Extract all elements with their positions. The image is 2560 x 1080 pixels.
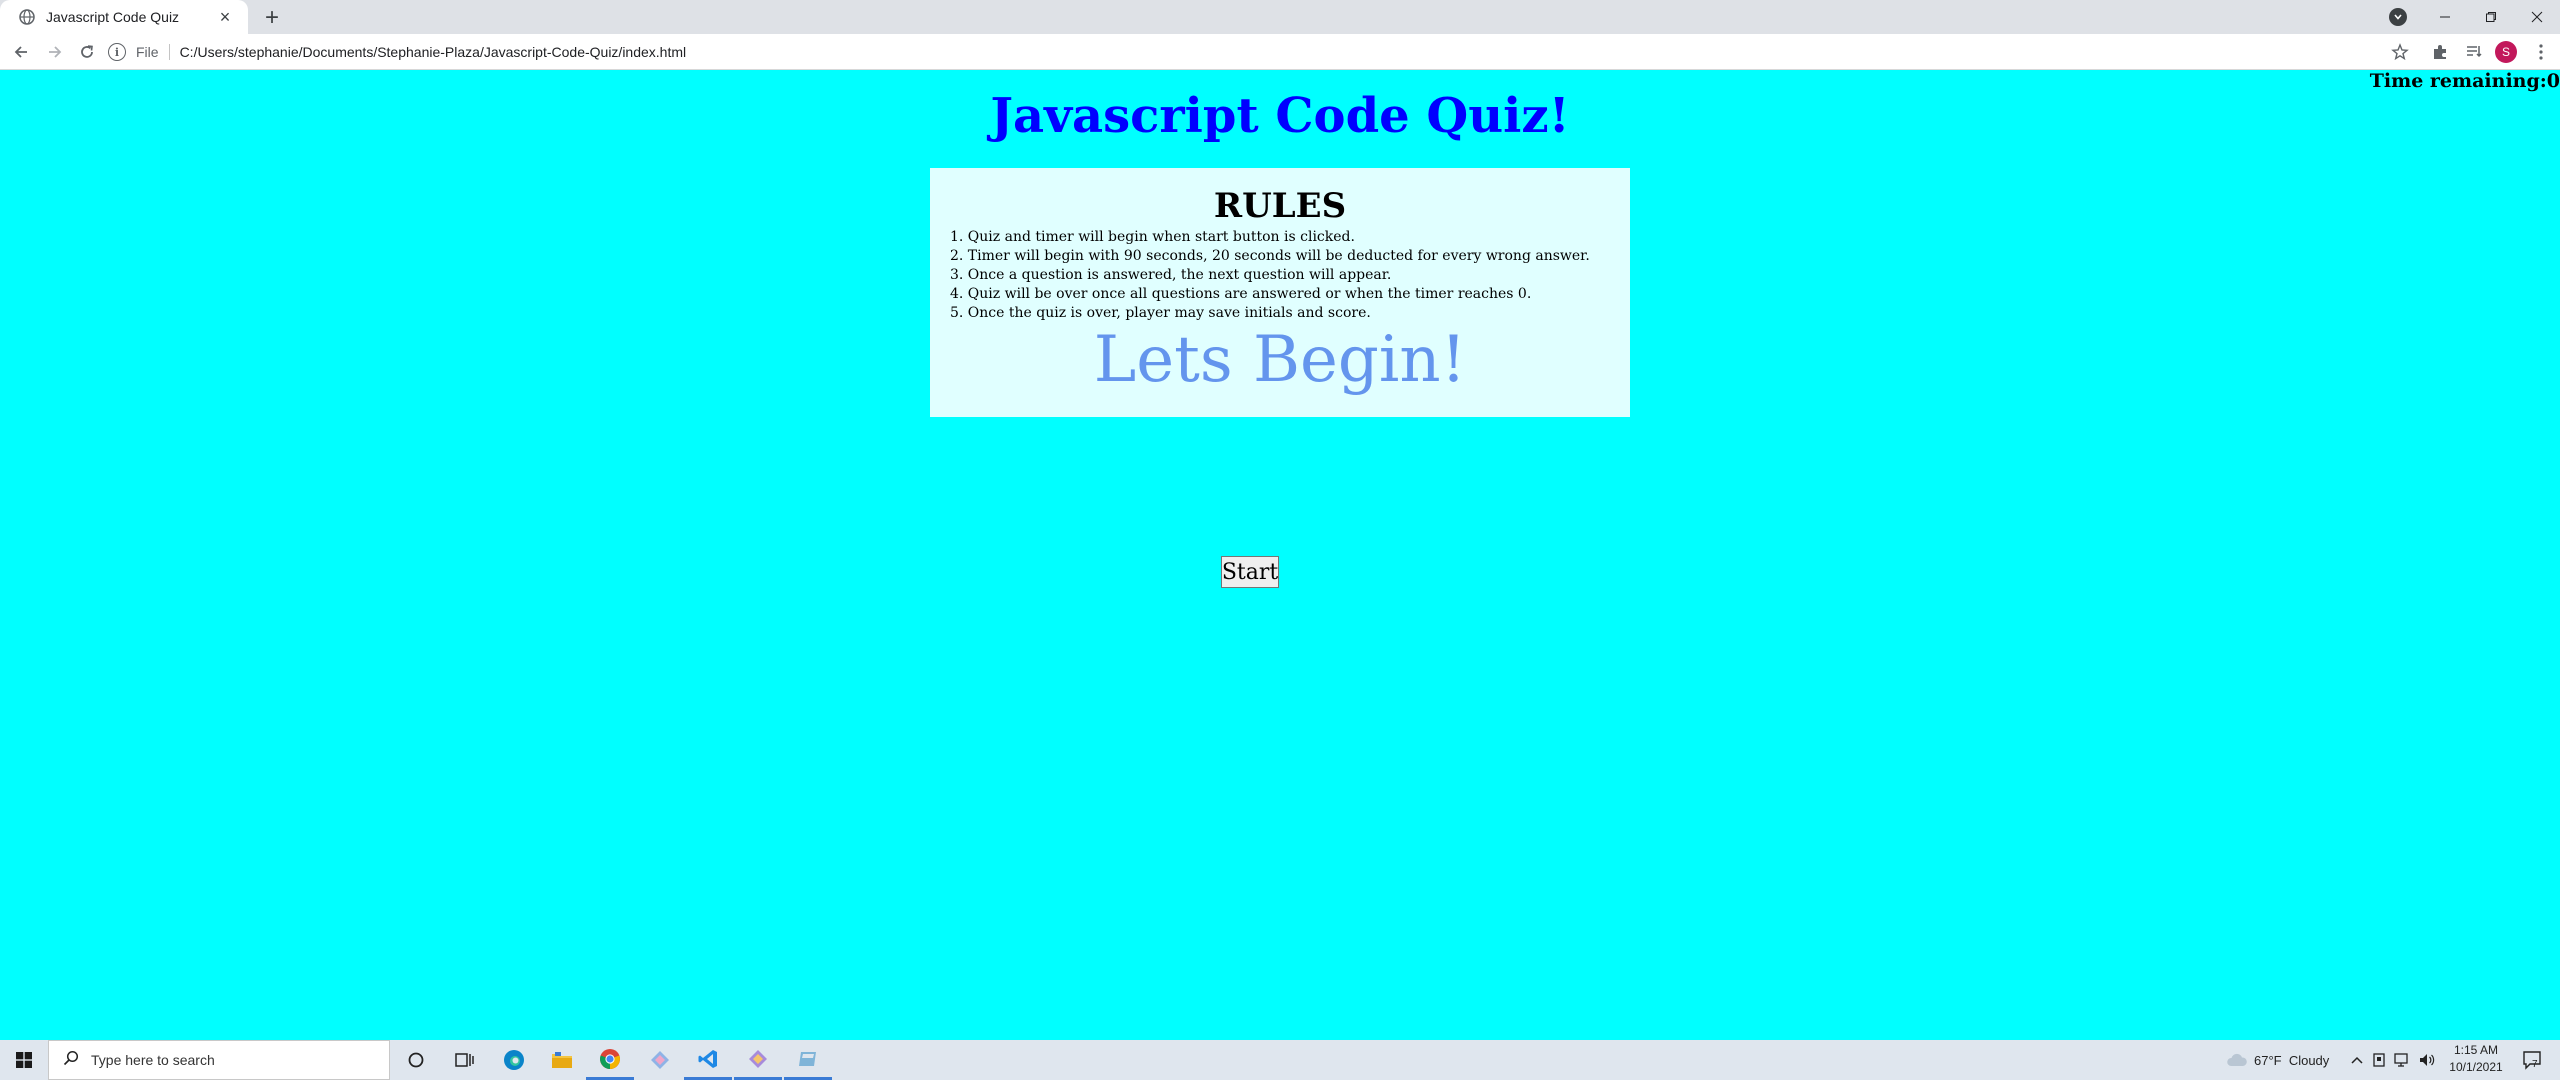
weather-widget[interactable]: 67°F Cloudy bbox=[2226, 1040, 2329, 1080]
windows-start-icon[interactable] bbox=[0, 1040, 48, 1080]
weather-text: 67°F Cloudy bbox=[2254, 1052, 2330, 1068]
file-scheme-label: File bbox=[136, 44, 170, 60]
rule-item: 4. Quiz will be over once all questions … bbox=[950, 286, 1532, 302]
restore-icon[interactable] bbox=[2468, 0, 2514, 34]
info-icon[interactable]: i bbox=[108, 43, 126, 61]
url-text[interactable]: C:/Users/stephanie/Documents/Stephanie-P… bbox=[180, 44, 687, 60]
volume-icon[interactable] bbox=[2418, 1040, 2436, 1080]
reading-list-icon[interactable] bbox=[2463, 41, 2485, 63]
tab-close-icon[interactable]: × bbox=[214, 6, 236, 28]
app-window-icon[interactable] bbox=[784, 1040, 832, 1080]
tab-search-icon[interactable] bbox=[2389, 8, 2407, 26]
bookmark-star-icon[interactable] bbox=[2389, 41, 2411, 63]
rules-title: RULES bbox=[1213, 186, 1347, 226]
edge-browser-icon[interactable] bbox=[490, 1040, 538, 1080]
globe-icon bbox=[18, 8, 36, 26]
forward-arrow-icon[interactable] bbox=[40, 37, 70, 67]
rule-item: 1. Quiz and timer will begin when start … bbox=[950, 229, 1355, 245]
profile-avatar[interactable]: S bbox=[2495, 41, 2517, 63]
taskbar: Type here to search 67°F Cloudy 1:15 AM … bbox=[0, 1040, 2560, 1080]
device-icon[interactable] bbox=[2372, 1040, 2386, 1080]
rules-list: 1. Quiz and timer will begin when start … bbox=[950, 228, 1620, 323]
clock-date: 10/1/2021 bbox=[2449, 1060, 2503, 1074]
app-diamond-icon[interactable] bbox=[636, 1040, 684, 1080]
notification-count: 7 bbox=[2532, 1058, 2538, 1070]
notification-icon[interactable]: 7 bbox=[2522, 1040, 2541, 1080]
search-placeholder: Type here to search bbox=[91, 1052, 215, 1068]
search-icon bbox=[63, 1050, 79, 1071]
taskbar-search-box[interactable]: Type here to search bbox=[48, 1040, 390, 1080]
show-hidden-icons-chevron-icon[interactable] bbox=[2350, 1040, 2364, 1080]
extensions-puzzle-icon[interactable] bbox=[2429, 41, 2451, 63]
start-button[interactable]: Start bbox=[1221, 556, 1279, 588]
rules-box: RULES 1. Quiz and timer will begin when … bbox=[930, 168, 1630, 417]
reload-icon[interactable] bbox=[72, 37, 102, 67]
network-icon[interactable] bbox=[2394, 1040, 2412, 1080]
vscode-icon[interactable] bbox=[684, 1040, 732, 1080]
close-window-icon[interactable] bbox=[2514, 0, 2560, 34]
tab-title: Javascript Code Quiz bbox=[46, 9, 180, 25]
browser-tab[interactable]: Javascript Code Quiz × bbox=[0, 0, 248, 34]
back-arrow-icon[interactable] bbox=[6, 37, 36, 67]
menu-dots-icon[interactable] bbox=[2530, 41, 2552, 63]
rule-item: 3. Once a question is answered, the next… bbox=[950, 267, 1392, 283]
address-bar[interactable]: i File C:/Users/stephanie/Documents/Step… bbox=[108, 37, 2388, 67]
minimize-icon[interactable] bbox=[2422, 0, 2468, 34]
cloud-icon bbox=[2226, 1053, 2248, 1067]
rule-item: 5. Once the quiz is over, player may sav… bbox=[950, 305, 1371, 321]
file-explorer-icon[interactable] bbox=[538, 1040, 586, 1080]
page-title: Javascript Code Quiz! bbox=[990, 88, 1570, 144]
cortana-icon[interactable] bbox=[392, 1040, 440, 1080]
task-view-icon[interactable] bbox=[440, 1040, 488, 1080]
clock-time: 1:15 AM bbox=[2453, 1043, 2499, 1057]
taskbar-clock[interactable]: 1:15 AM 10/1/2021 bbox=[2436, 1042, 2516, 1076]
new-tab-button[interactable]: + bbox=[258, 4, 286, 32]
browser-toolbar: i File C:/Users/stephanie/Documents/Step… bbox=[0, 34, 2560, 70]
lets-begin-heading: Lets Begin! bbox=[1093, 323, 1467, 397]
browser-tabstrip: Javascript Code Quiz × + bbox=[0, 0, 2560, 34]
rule-item: 2. Timer will begin with 90 seconds, 20 … bbox=[950, 248, 1590, 264]
chrome-icon[interactable] bbox=[586, 1040, 634, 1080]
app-diamond-2-icon[interactable] bbox=[734, 1040, 782, 1080]
